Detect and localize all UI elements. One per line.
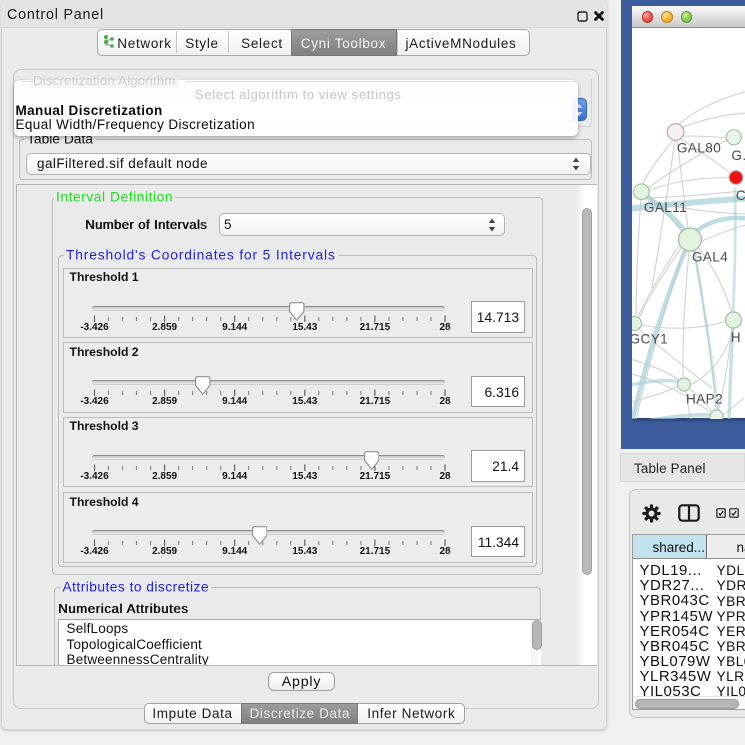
- svg-text:GAL4: GAL4: [692, 249, 728, 264]
- svg-text:GAL11: GAL11: [644, 200, 687, 215]
- svg-text:HAP2: HAP2: [686, 391, 723, 406]
- svg-text:G.: G.: [731, 148, 745, 163]
- svg-text:GAL80: GAL80: [677, 140, 721, 155]
- svg-text:GCY1: GCY1: [632, 331, 668, 346]
- svg-text:H: H: [731, 330, 741, 345]
- svg-text:C: C: [736, 188, 745, 203]
